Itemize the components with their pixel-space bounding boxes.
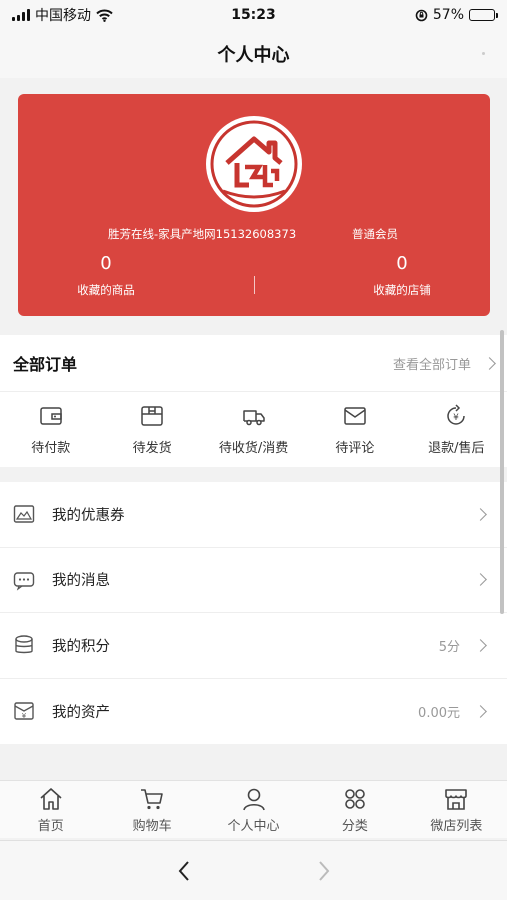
chevron-left-icon [178, 860, 189, 881]
tab-label: 微店列表 [430, 819, 483, 834]
favorite-goods-label: 收藏的商品 [77, 283, 135, 297]
profile-card: 胜芳在线-家具产地网15132608373 普通会员 0 收藏的商品 0 收藏的… [18, 94, 490, 316]
order-tab-label: 待收货/消费 [218, 441, 289, 456]
avatar[interactable] [206, 116, 302, 212]
carrier-name: 中国移动 [35, 8, 91, 24]
menu-label: 我的消息 [52, 573, 110, 590]
order-tab-label: 待付款 [31, 441, 71, 456]
wifi-icon [96, 9, 113, 22]
section-gap [0, 744, 507, 780]
menu-label: 我的资产 [52, 704, 110, 721]
chevron-right-icon [318, 860, 329, 881]
chevron-right-icon [483, 356, 496, 370]
truck-icon [242, 410, 265, 426]
menu-item-messages[interactable]: 我的消息 [0, 548, 507, 613]
tab-profile[interactable]: 个人中心 [203, 781, 304, 838]
store-logo-icon [210, 120, 298, 208]
menu-list: 我的优惠券 我的消息 我的积分 5分 ¥ 我的资产 0.00元 [0, 482, 507, 744]
favorite-goods-count: 0 [100, 253, 112, 274]
tab-label: 个人中心 [227, 819, 280, 834]
wallet-icon [39, 407, 62, 425]
tab-label: 分类 [341, 819, 368, 834]
battery-percent: 57% [432, 7, 464, 23]
order-tab-refund[interactable]: ¥ 退款/售后 [406, 392, 507, 467]
status-time: 15:23 [231, 7, 276, 23]
assets-value: 0.00元 [418, 705, 460, 721]
store-icon [445, 789, 468, 810]
message-icon [12, 568, 36, 592]
chevron-right-icon [474, 704, 487, 718]
orders-title: 全部订单 [13, 355, 78, 374]
order-tab-pending-review[interactable]: 待评论 [304, 392, 405, 467]
nav-bar: 个人中心 [0, 30, 507, 78]
points-icon [12, 633, 36, 657]
orders-header[interactable]: 全部订单 查看全部订单 [0, 335, 507, 392]
order-tab-pending-receipt[interactable]: 待收货/消费 [203, 392, 304, 467]
scrollbar[interactable] [500, 330, 504, 614]
user-icon [242, 788, 265, 811]
tab-label: 购物车 [132, 819, 172, 834]
order-tab-label: 待评论 [335, 441, 375, 456]
signal-icon [12, 9, 30, 21]
status-bar: 中国移动 15:23 57% [0, 0, 507, 30]
stat-divider [254, 276, 255, 294]
orders-section: 全部订单 查看全部订单 待付款 待发货 待收货/消费 待评论 ¥ 退款/售后 [0, 335, 507, 467]
favorite-goods[interactable]: 0 收藏的商品 [26, 252, 186, 298]
tab-label: 首页 [37, 819, 64, 834]
favorite-shops-label: 收藏的店铺 [373, 283, 431, 297]
rotation-lock-icon [415, 9, 428, 21]
coupon-icon [12, 502, 36, 526]
favorite-shops-count: 0 [396, 253, 408, 274]
category-icon [345, 789, 365, 809]
favorite-shops[interactable]: 0 收藏的店铺 [322, 252, 482, 298]
battery-icon [469, 9, 498, 21]
menu-item-points[interactable]: 我的积分 5分 [0, 613, 507, 679]
assets-icon: ¥ [12, 699, 36, 723]
order-tab-pending-payment[interactable]: 待付款 [0, 392, 101, 467]
order-tab-label: 待发货 [132, 441, 172, 456]
menu-label: 我的优惠券 [52, 507, 125, 524]
status-left: 中国移动 [12, 5, 182, 25]
chevron-right-icon [474, 573, 487, 587]
svg-text:¥: ¥ [22, 712, 27, 720]
page-title: 个人中心 [217, 45, 290, 66]
menu-item-coupons[interactable]: 我的优惠券 [0, 482, 507, 548]
box-icon [141, 406, 163, 426]
member-level: 普通会员 [352, 227, 398, 241]
back-button[interactable] [164, 851, 204, 891]
user-name: 胜芳在线-家具产地网15132608373 [108, 227, 297, 241]
forward-button[interactable] [304, 851, 344, 891]
tab-bar: 首页 购物车 个人中心 分类 微店列表 [0, 780, 507, 838]
refund-icon: ¥ [447, 404, 466, 425]
menu-item-assets[interactable]: ¥ 我的资产 0.00元 [0, 679, 507, 745]
chevron-right-icon [474, 638, 487, 652]
order-tab-label: 退款/售后 [428, 441, 485, 456]
svg-text:¥: ¥ [453, 413, 459, 423]
nav-dot [482, 52, 485, 55]
chevron-right-icon [474, 507, 487, 521]
order-tab-pending-shipment[interactable]: 待发货 [101, 392, 202, 467]
tab-cart[interactable]: 购物车 [101, 781, 202, 838]
tab-category[interactable]: 分类 [304, 781, 405, 838]
tab-store-list[interactable]: 微店列表 [406, 781, 507, 838]
status-right: 57% [325, 7, 498, 23]
points-value: 5分 [438, 639, 460, 655]
browser-toolbar [0, 840, 507, 900]
cart-icon [141, 789, 163, 810]
order-tabs: 待付款 待发货 待收货/消费 待评论 ¥ 退款/售后 [0, 392, 507, 467]
envelope-icon [344, 407, 366, 425]
tab-home[interactable]: 首页 [0, 781, 101, 838]
menu-label: 我的积分 [52, 638, 110, 655]
home-icon [40, 788, 62, 810]
view-all-orders-link[interactable]: 查看全部订单 [393, 354, 471, 373]
